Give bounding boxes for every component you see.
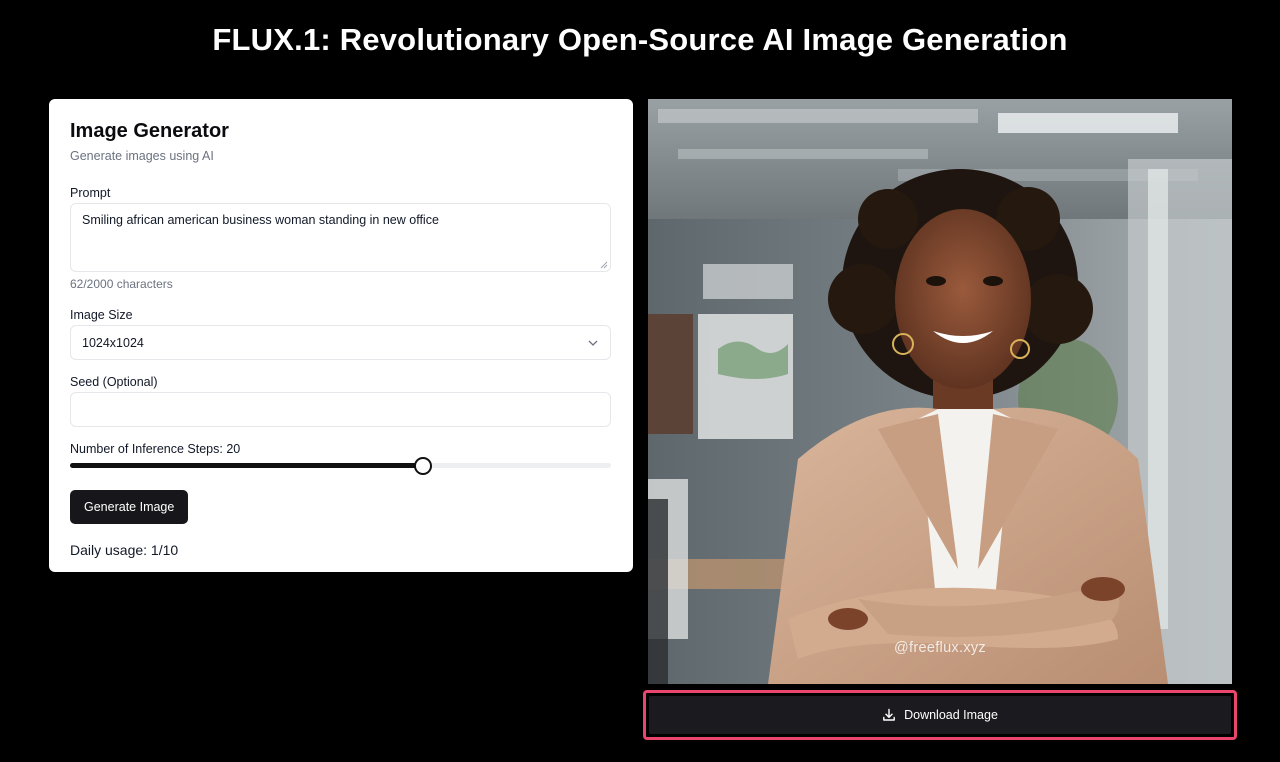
inference-steps-slider[interactable] bbox=[70, 457, 611, 475]
image-size-value: 1024x1024 bbox=[82, 335, 144, 350]
download-image-button[interactable]: Download Image bbox=[649, 696, 1231, 734]
resize-grip-icon[interactable] bbox=[600, 261, 608, 269]
prompt-label: Prompt bbox=[70, 186, 111, 200]
seed-label: Seed (Optional) bbox=[70, 375, 158, 389]
seed-input[interactable] bbox=[70, 392, 611, 427]
generate-image-button[interactable]: Generate Image bbox=[70, 490, 189, 524]
slider-thumb[interactable] bbox=[413, 457, 432, 475]
chevron-down-icon bbox=[587, 337, 599, 349]
generated-image: @freeflux.xyz bbox=[648, 99, 1232, 684]
character-count: 62/2000 characters bbox=[70, 277, 173, 291]
card-subtitle: Generate images using AI bbox=[70, 149, 214, 163]
card-title: Image Generator bbox=[70, 120, 229, 142]
download-highlight: Download Image bbox=[643, 690, 1237, 740]
inference-steps-label: Number of Inference Steps: 20 bbox=[70, 442, 241, 456]
prompt-textarea[interactable]: Smiling african american business woman … bbox=[70, 203, 611, 272]
download-label: Download Image bbox=[904, 708, 998, 722]
image-generator-card: Image Generator Generate images using AI… bbox=[49, 99, 633, 572]
page: FLUX.1: Revolutionary Open-Source AI Ima… bbox=[0, 0, 1280, 762]
generated-image-illustration bbox=[648, 99, 1232, 684]
slider-fill bbox=[70, 463, 422, 468]
page-title: FLUX.1: Revolutionary Open-Source AI Ima… bbox=[212, 22, 1068, 57]
image-watermark: @freeflux.xyz bbox=[894, 640, 986, 656]
daily-usage: Daily usage: 1/10 bbox=[70, 542, 179, 558]
download-icon bbox=[882, 708, 896, 722]
image-size-select[interactable]: 1024x1024 bbox=[70, 325, 611, 360]
image-size-label: Image Size bbox=[70, 308, 133, 322]
prompt-text: Smiling african american business woman … bbox=[82, 213, 439, 227]
